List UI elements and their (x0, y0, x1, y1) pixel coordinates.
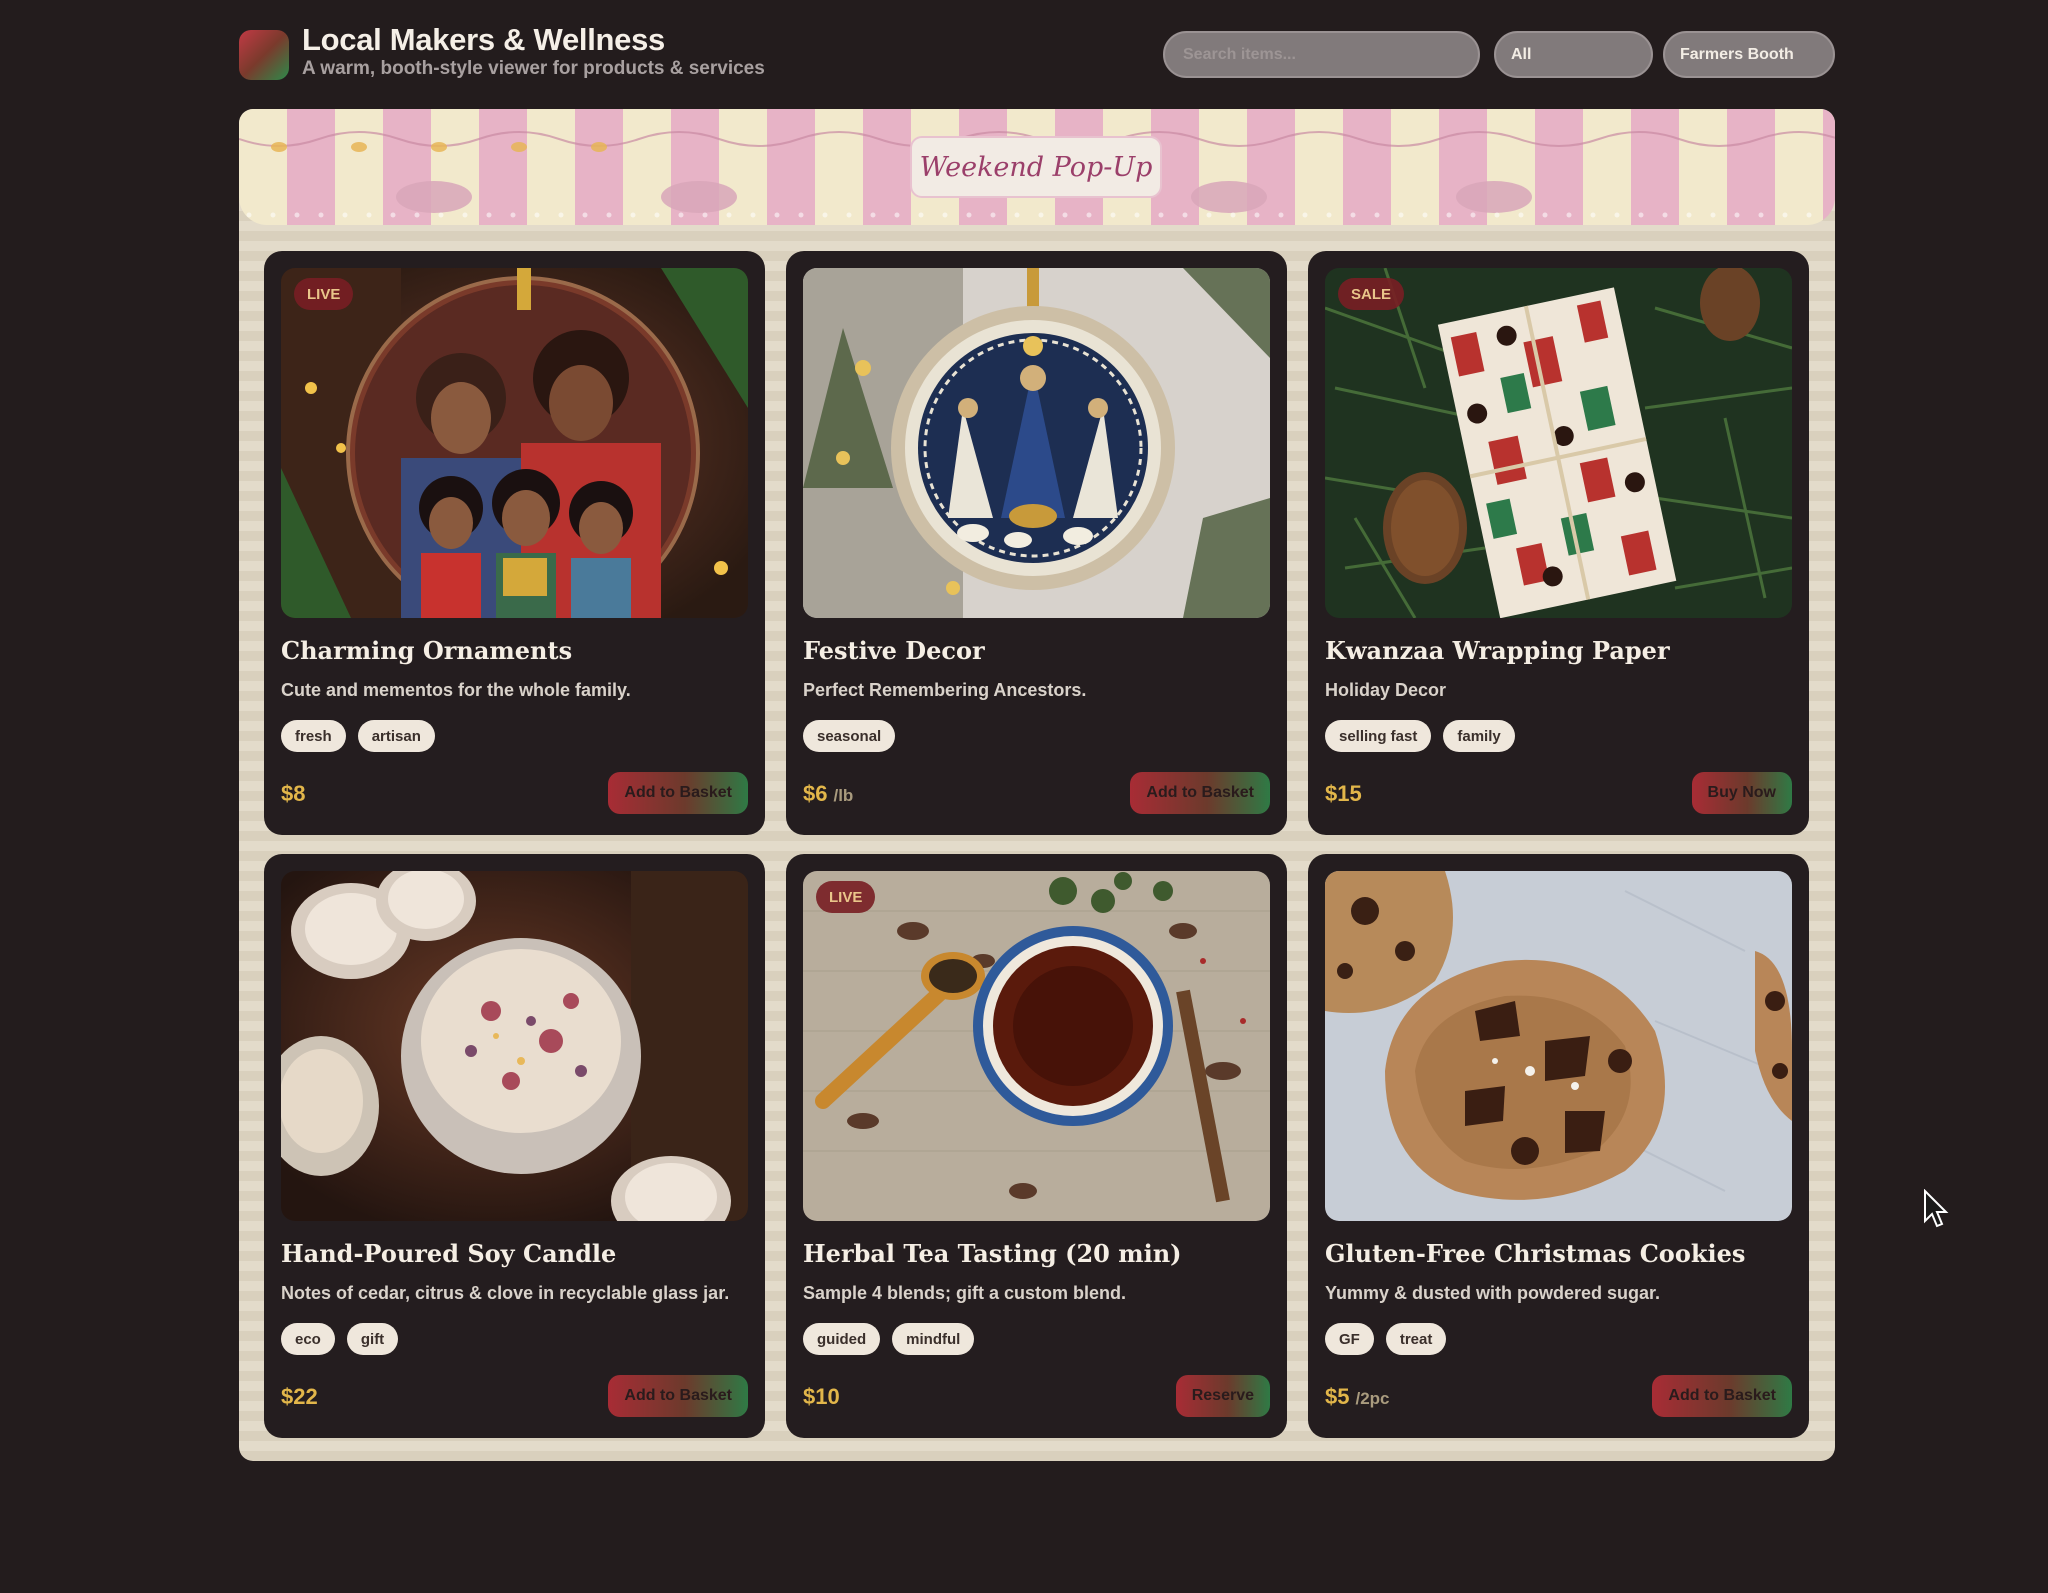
product-name: Charming Ornaments (281, 636, 573, 665)
add-to-basket-button[interactable]: Add to Basket (608, 1375, 748, 1417)
product-price: $8 (281, 781, 305, 807)
product-card[interactable]: Hand-Poured Soy Candle Notes of cedar, ci… (264, 854, 765, 1438)
tag-list: eco gift (281, 1323, 399, 1355)
product-card[interactable]: LIVE Charming Ornaments Cute and mementos … (264, 251, 765, 835)
product-description: Perfect Remembering Ancestors. (803, 680, 1087, 700)
booth-board: Weekend Pop-Up LIVE Charming Ornaments Cut… (239, 109, 1835, 1461)
product-price: $15 (1325, 781, 1362, 807)
mouse-cursor-icon (1924, 1189, 1949, 1228)
product-name: Gluten-Free Christmas Cookies (1325, 1239, 1746, 1268)
app-logo (239, 30, 289, 80)
product-price: $22 (281, 1384, 318, 1410)
product-card[interactable]: LIVE Herbal Tea Tasting (20 min) Sample 4 … (786, 854, 1287, 1438)
product-card[interactable]: Festive Decor Perfect Remembering Ancesto… (786, 251, 1287, 835)
product-image[interactable]: LIVE (281, 268, 748, 618)
product-image[interactable]: LIVE (803, 871, 1270, 1221)
price-unit: /lb (833, 786, 854, 805)
add-to-basket-button[interactable]: Add to Basket (1130, 772, 1270, 814)
tag-list: seasonal (803, 720, 896, 752)
price-value: $5 (1325, 1384, 1350, 1409)
tag-chip[interactable]: selling fast (1325, 720, 1432, 752)
price-value: $8 (281, 781, 306, 806)
tag-chip[interactable]: mindful (892, 1323, 975, 1355)
app-subtitle: A warm, booth-style viewer for products … (302, 58, 765, 79)
product-name: Hand-Poured Soy Candle (281, 1239, 617, 1268)
tag-list: selling fast family (1325, 720, 1515, 752)
price-value: $15 (1325, 781, 1362, 806)
status-badge: LIVE (816, 881, 876, 913)
product-name: Herbal Tea Tasting (20 min) (803, 1239, 1182, 1268)
tag-list: fresh artisan (281, 720, 435, 752)
product-price: $10 (803, 1384, 840, 1410)
product-price: $5/2pc (1325, 1384, 1390, 1410)
tag-chip[interactable]: artisan (357, 720, 435, 752)
add-to-basket-button[interactable]: Add to Basket (608, 772, 748, 814)
price-value: $10 (803, 1384, 840, 1409)
product-card[interactable]: Gluten-Free Christmas Cookies Yummy & dus… (1308, 854, 1809, 1438)
booth-mode-button[interactable]: Farmers Booth (1663, 31, 1835, 78)
price-value: $22 (281, 1384, 318, 1409)
tag-chip[interactable]: gift (346, 1323, 399, 1355)
product-card[interactable]: SALE Kwanzaa Wrapping Paper Holiday Decor s… (1308, 251, 1809, 835)
tag-chip[interactable]: seasonal (803, 720, 896, 752)
search-input[interactable] (1163, 31, 1480, 78)
tag-list: GF treat (1325, 1323, 1447, 1355)
tag-chip[interactable]: treat (1385, 1323, 1447, 1355)
buy-now-button[interactable]: Buy Now (1691, 772, 1792, 814)
category-filter-select[interactable]: All (1494, 31, 1653, 78)
app-header: Local Makers & Wellness A warm, booth-st… (239, 22, 1835, 86)
price-unit: /2pc (1355, 1389, 1390, 1408)
product-image[interactable] (803, 268, 1270, 618)
product-image[interactable]: SALE (1325, 268, 1792, 618)
tag-list: guided mindful (803, 1323, 975, 1355)
product-name: Festive Decor (803, 636, 985, 665)
app-title: Local Makers & Wellness (302, 22, 665, 57)
product-description: Holiday Decor (1325, 680, 1447, 700)
tag-chip[interactable]: guided (803, 1323, 881, 1355)
product-image[interactable] (1325, 871, 1792, 1221)
price-value: $6 (803, 781, 828, 806)
product-description: Sample 4 blends; gift a custom blend. (803, 1283, 1127, 1303)
product-name: Kwanzaa Wrapping Paper (1325, 636, 1670, 665)
tag-chip[interactable]: eco (281, 1323, 335, 1355)
add-to-basket-button[interactable]: Add to Basket (1652, 1375, 1792, 1417)
product-price: $6/lb (803, 781, 853, 807)
awning-banner: Weekend Pop-Up (239, 109, 1835, 225)
weekend-popup-sign: Weekend Pop-Up (910, 136, 1162, 198)
tag-chip[interactable]: GF (1325, 1323, 1374, 1355)
tag-chip[interactable]: family (1443, 720, 1515, 752)
product-description: Notes of cedar, citrus & clove in recycl… (281, 1283, 730, 1303)
reserve-button[interactable]: Reserve (1175, 1375, 1270, 1417)
product-description: Cute and mementos for the whole family. (281, 680, 631, 700)
product-image[interactable] (281, 871, 748, 1221)
product-description: Yummy & dusted with powdered sugar. (1325, 1283, 1661, 1303)
status-badge: LIVE (294, 278, 354, 310)
status-badge: SALE (1338, 278, 1405, 310)
tag-chip[interactable]: fresh (281, 720, 346, 752)
